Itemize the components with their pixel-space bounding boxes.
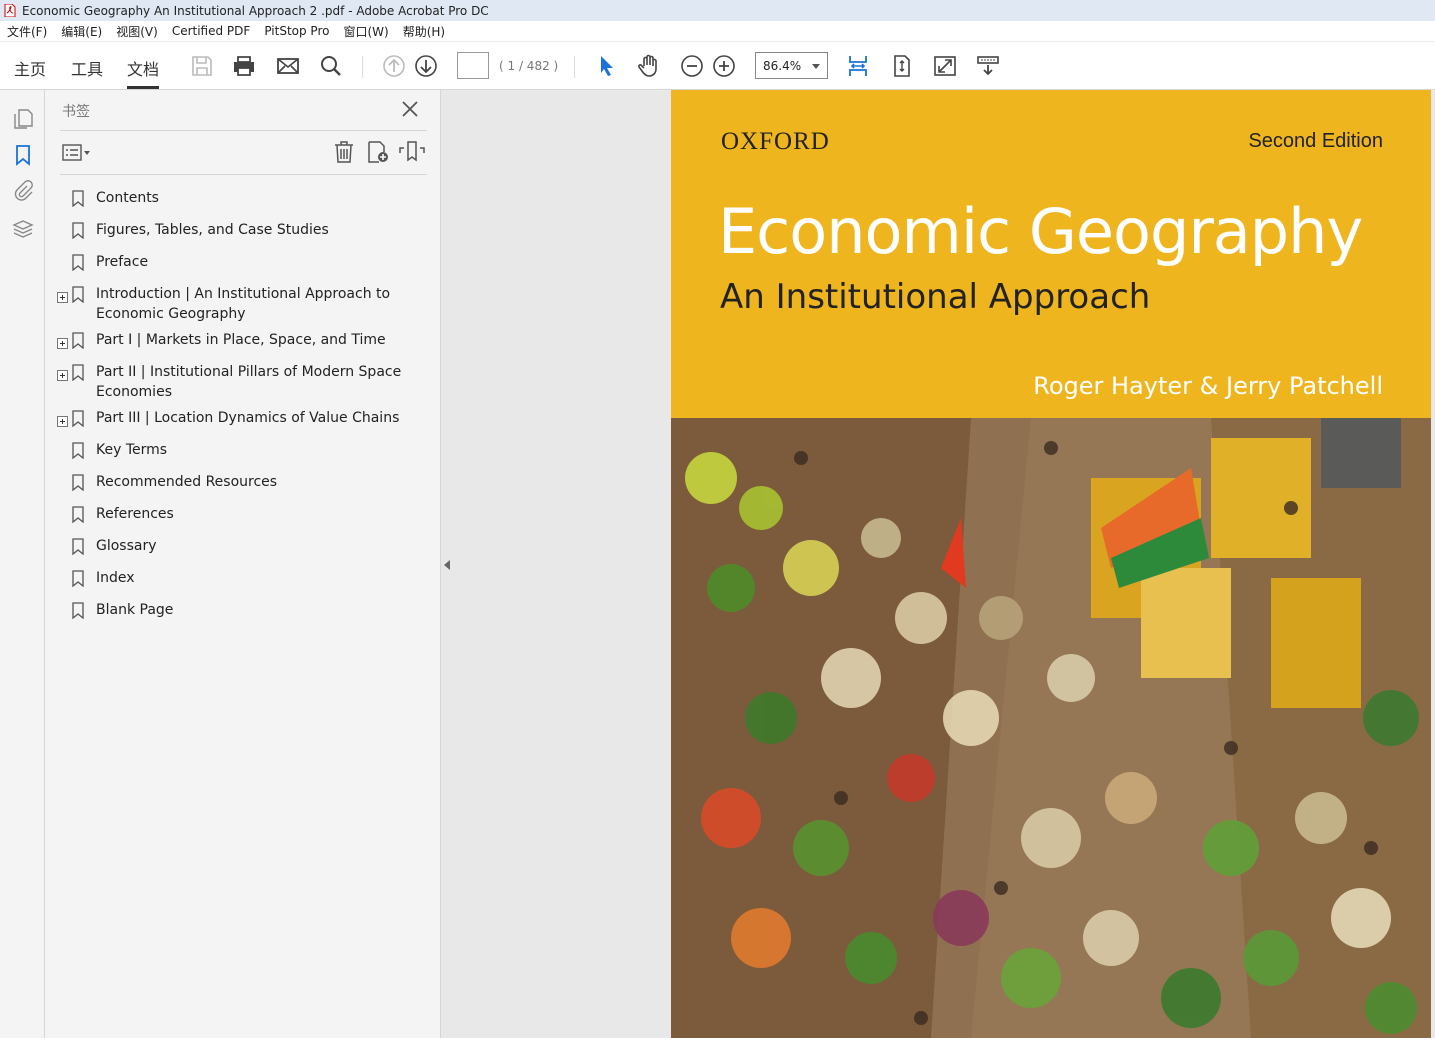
new-bookmark-icon[interactable] xyxy=(366,140,390,164)
bookmark-item[interactable]: Preface xyxy=(45,252,441,272)
bookmark-label: Recommended Resources xyxy=(96,474,278,490)
menu-view[interactable]: 视图(V) xyxy=(116,23,158,40)
tab-home[interactable]: 主页 xyxy=(14,56,46,89)
bookmark-icon xyxy=(72,442,84,460)
cover-title: Economic Geography xyxy=(718,195,1363,268)
bookmark-label: References xyxy=(96,506,174,522)
pdf-page: OXFORD Second Edition Economic Geography… xyxy=(671,90,1431,1038)
bookmark-item[interactable]: Part III | Location Dynamics of Value Ch… xyxy=(45,408,441,428)
bookmark-icon xyxy=(72,364,84,382)
fit-page-icon[interactable] xyxy=(890,54,914,78)
bookmark-item[interactable]: Recommended Resources xyxy=(45,472,441,492)
bookmark-label: Introduction | An Institutional Approach… xyxy=(96,286,391,322)
acrobat-pdf-icon xyxy=(4,3,16,18)
bookmark-options-icon[interactable] xyxy=(62,142,94,164)
bookmark-icon xyxy=(72,602,84,620)
zoom-value: 86.4% xyxy=(763,59,802,73)
full-screen-icon[interactable] xyxy=(933,54,957,78)
email-icon[interactable] xyxy=(276,54,300,78)
save-icon[interactable] xyxy=(190,54,214,78)
collapse-panel-icon[interactable] xyxy=(444,560,450,570)
expand-bookmark-icon[interactable] xyxy=(399,140,425,164)
menu-file[interactable]: 文件(F) xyxy=(7,23,47,40)
bookmark-icon xyxy=(72,254,84,272)
bookmark-item[interactable]: Contents xyxy=(45,188,441,208)
cover-edition: Second Edition xyxy=(1248,130,1383,152)
bookmark-item[interactable]: Blank Page xyxy=(45,600,441,620)
bookmark-icon xyxy=(72,332,84,350)
fit-width-icon[interactable] xyxy=(846,54,870,78)
page-thumbnails-icon[interactable] xyxy=(12,108,34,130)
bookmark-label: Part II | Institutional Pillars of Moder… xyxy=(96,364,402,400)
print-icon[interactable] xyxy=(232,54,256,78)
window-title: Economic Geography An Institutional Appr… xyxy=(22,3,489,18)
bookmark-label: Contents xyxy=(96,190,159,206)
page-number-input[interactable] xyxy=(457,52,489,79)
bookmark-item[interactable]: References xyxy=(45,504,441,524)
bookmark-label: Key Terms xyxy=(96,442,168,458)
bookmark-icon xyxy=(72,286,84,304)
bookmark-item[interactable]: Index xyxy=(45,568,441,588)
select-tool-icon[interactable] xyxy=(595,54,619,78)
bookmark-icon xyxy=(72,222,84,240)
layers-icon[interactable] xyxy=(12,218,34,240)
bookmark-icon xyxy=(72,190,84,208)
bookmark-label: Index xyxy=(96,570,135,586)
hand-tool-icon[interactable] xyxy=(637,54,661,78)
bookmark-icon xyxy=(72,474,84,492)
bookmarks-icon[interactable] xyxy=(12,144,34,166)
bookmarks-panel: 书签 Contents Figures, Tables, and Case St… xyxy=(45,90,441,1038)
menu-edit[interactable]: 编辑(E) xyxy=(61,23,102,40)
next-page-icon[interactable] xyxy=(414,54,438,78)
bookmark-icon xyxy=(72,570,84,588)
zoom-in-icon[interactable] xyxy=(712,54,736,78)
menu-pitstop-pro[interactable]: PitStop Pro xyxy=(264,24,329,38)
cover-publisher: OXFORD xyxy=(721,128,830,155)
title-bar: Economic Geography An Institutional Appr… xyxy=(0,0,1435,21)
bookmark-label: Glossary xyxy=(96,538,157,554)
tab-tools[interactable]: 工具 xyxy=(71,56,103,89)
page-count: ( 1 / 482 ) xyxy=(499,59,559,73)
bookmark-item[interactable]: Part II | Institutional Pillars of Moder… xyxy=(45,362,441,402)
zoom-out-icon[interactable] xyxy=(680,54,704,78)
cover-market-photo xyxy=(671,418,1431,1038)
cover-authors: Roger Hayter & Jerry Patchell xyxy=(1033,372,1383,400)
read-mode-icon[interactable] xyxy=(976,54,1000,78)
expand-plus-icon[interactable] xyxy=(57,367,68,381)
bookmark-icon xyxy=(72,410,84,428)
menu-help[interactable]: 帮助(H) xyxy=(403,23,445,40)
menu-bar: 文件(F) 编辑(E) 视图(V) Certified PDF PitStop … xyxy=(0,21,1435,42)
bookmark-label: Blank Page xyxy=(96,602,174,618)
menu-window[interactable]: 窗口(W) xyxy=(343,23,388,40)
bookmark-item[interactable]: Glossary xyxy=(45,536,441,556)
bookmark-item[interactable]: Figures, Tables, and Case Studies xyxy=(45,220,441,240)
main-toolbar: 主页 工具 文档 xyxy=(0,42,1435,90)
bookmark-label: Part III | Location Dynamics of Value Ch… xyxy=(96,410,400,426)
bookmark-icon xyxy=(72,538,84,556)
previous-page-icon[interactable] xyxy=(382,54,406,78)
bookmark-item[interactable]: Introduction | An Institutional Approach… xyxy=(45,284,441,324)
bookmark-item[interactable]: Part I | Markets in Place, Space, and Ti… xyxy=(45,330,441,350)
bookmark-label: Part I | Markets in Place, Space, and Ti… xyxy=(96,332,386,348)
menu-certified-pdf[interactable]: Certified PDF xyxy=(172,24,251,38)
bookmark-label: Figures, Tables, and Case Studies xyxy=(96,222,329,238)
cover-subtitle: An Institutional Approach xyxy=(720,277,1151,317)
bookmark-label: Preface xyxy=(96,254,149,270)
zoom-select[interactable]: 86.4% xyxy=(755,52,828,79)
navigation-rail xyxy=(0,90,45,1038)
bookmark-icon xyxy=(72,506,84,524)
bookmark-list: Contents Figures, Tables, and Case Studi… xyxy=(45,186,441,620)
expand-plus-icon[interactable] xyxy=(57,413,68,427)
chevron-down-icon xyxy=(812,64,820,69)
delete-bookmark-icon[interactable] xyxy=(333,140,355,164)
search-icon[interactable] xyxy=(319,54,343,78)
bookmark-item[interactable]: Key Terms xyxy=(45,440,441,460)
expand-plus-icon[interactable] xyxy=(57,335,68,349)
panel-title: 书签 xyxy=(62,104,90,120)
close-icon[interactable] xyxy=(401,100,419,118)
attachments-icon[interactable] xyxy=(12,179,34,201)
tab-document[interactable]: 文档 xyxy=(127,56,160,89)
expand-plus-icon[interactable] xyxy=(57,289,68,303)
